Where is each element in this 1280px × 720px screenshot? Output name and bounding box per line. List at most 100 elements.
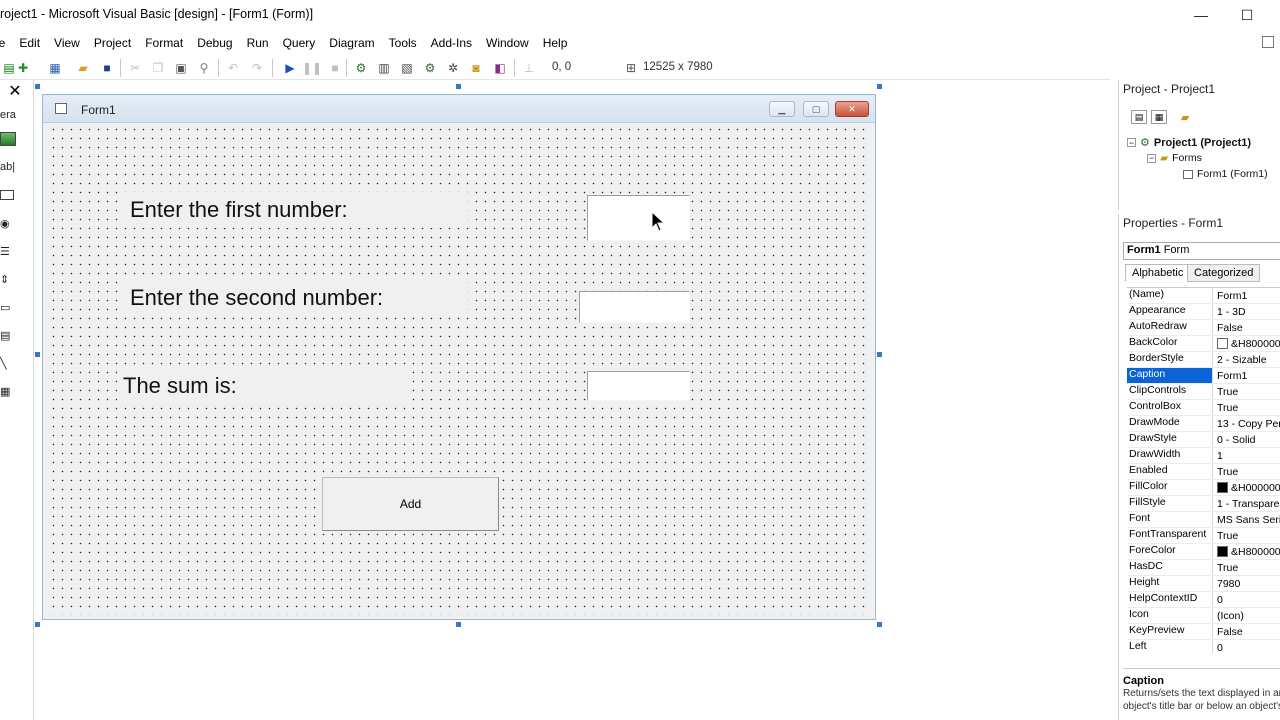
- find-icon[interactable]: ⚲: [195, 59, 213, 77]
- textbox-second-number[interactable]: [579, 291, 690, 323]
- property-row[interactable]: Caption Form1: [1127, 368, 1280, 384]
- property-row[interactable]: Icon (Icon): [1127, 608, 1280, 624]
- property-row[interactable]: Height 7980: [1127, 576, 1280, 592]
- property-value[interactable]: 0: [1213, 592, 1280, 607]
- menu-diagram[interactable]: Diagram: [322, 36, 381, 50]
- property-row[interactable]: Left 0: [1127, 640, 1280, 653]
- menu-tools[interactable]: Tools: [382, 36, 424, 50]
- tree-forms-folder[interactable]: − ▰ Forms: [1147, 152, 1202, 164]
- scrollbar-tool-icon[interactable]: ⇕: [0, 268, 20, 290]
- property-row[interactable]: AutoRedraw False: [1127, 320, 1280, 336]
- property-row[interactable]: DrawStyle 0 - Solid: [1127, 432, 1280, 448]
- property-value[interactable]: &H800000: [1213, 544, 1280, 559]
- label-sum[interactable]: The sum is:: [117, 368, 407, 404]
- resize-handle[interactable]: [35, 352, 40, 357]
- property-value[interactable]: &H800000: [1213, 336, 1280, 351]
- end-icon[interactable]: ■: [326, 59, 344, 77]
- break-icon[interactable]: ❚❚: [302, 59, 322, 77]
- resize-handle[interactable]: [35, 84, 40, 89]
- object-browser-icon[interactable]: ⚙: [421, 59, 439, 77]
- property-value[interactable]: 1: [1213, 448, 1280, 463]
- form-client-area[interactable]: Enter the first number: Enter the second…: [49, 125, 869, 615]
- object-selector-dropdown[interactable]: Form1 Form: [1123, 242, 1280, 260]
- toolbox-general-tab[interactable]: eral: [0, 104, 16, 126]
- resize-handle[interactable]: [35, 622, 40, 627]
- property-value[interactable]: Form1: [1213, 288, 1280, 303]
- textbox-sum[interactable]: [587, 371, 690, 401]
- add-form-icon[interactable]: ✚: [14, 59, 32, 77]
- property-row[interactable]: ForeColor &H800000: [1127, 544, 1280, 560]
- collapse-icon[interactable]: −: [1147, 153, 1156, 163]
- property-value[interactable]: &H000000: [1213, 480, 1280, 495]
- paste-icon[interactable]: ▣: [172, 59, 190, 77]
- toolbox-icon[interactable]: ✲: [444, 59, 462, 77]
- tree-project-root[interactable]: − ⚙ Project1 (Project1): [1127, 136, 1251, 149]
- minimize-button[interactable]: —: [1178, 0, 1224, 30]
- menu-format[interactable]: Format: [138, 36, 190, 50]
- picturebox-tool-icon[interactable]: [0, 128, 20, 150]
- optionbutton-tool-icon[interactable]: ◉: [0, 212, 20, 234]
- toolbox-close-button[interactable]: ✕: [6, 82, 24, 100]
- property-row[interactable]: ControlBox True: [1127, 400, 1280, 416]
- property-value[interactable]: True: [1213, 464, 1280, 479]
- property-row[interactable]: Appearance 1 - 3D: [1127, 304, 1280, 320]
- collapse-icon[interactable]: −: [1127, 138, 1136, 148]
- property-row[interactable]: DrawWidth 1: [1127, 448, 1280, 464]
- textbox-first-number[interactable]: [587, 195, 690, 241]
- property-value[interactable]: 1 - 3D: [1213, 304, 1280, 319]
- cut-icon[interactable]: ✂: [126, 59, 144, 77]
- resize-handle[interactable]: [456, 84, 461, 89]
- property-value[interactable]: False: [1213, 320, 1280, 335]
- property-value[interactable]: Form1: [1213, 368, 1280, 383]
- form-layout-icon[interactable]: ▧: [398, 59, 416, 77]
- tree-form1-item[interactable]: Form1 (Form1): [1183, 168, 1268, 180]
- property-row[interactable]: Enabled True: [1127, 464, 1280, 480]
- property-row[interactable]: HelpContextID 0: [1127, 592, 1280, 608]
- menu-add-ins[interactable]: Add-Ins: [424, 36, 479, 50]
- mdi-restore-icon[interactable]: [1262, 36, 1274, 48]
- add-button[interactable]: Add: [322, 477, 499, 531]
- label-first-number[interactable]: Enter the first number:: [124, 192, 468, 228]
- menu-debug[interactable]: Debug: [190, 36, 239, 50]
- property-row[interactable]: (Name) Form1: [1127, 288, 1280, 304]
- property-value[interactable]: 13 - Copy Pen: [1213, 416, 1280, 431]
- property-row[interactable]: DrawMode 13 - Copy Pen: [1127, 416, 1280, 432]
- property-value[interactable]: True: [1213, 528, 1280, 543]
- property-row[interactable]: BorderStyle 2 - Sizable: [1127, 352, 1280, 368]
- ole-tool-icon[interactable]: ▦: [0, 380, 20, 402]
- properties-window-icon[interactable]: ▥: [375, 59, 393, 77]
- property-value[interactable]: False: [1213, 624, 1280, 639]
- drivelist-tool-icon[interactable]: ▭: [0, 296, 20, 318]
- toggle-folders-icon[interactable]: ▰: [1177, 110, 1193, 124]
- property-value[interactable]: 0 - Solid: [1213, 432, 1280, 447]
- label-second-number[interactable]: Enter the second number:: [124, 280, 468, 316]
- property-value[interactable]: MS Sans Serif: [1213, 512, 1280, 527]
- property-row[interactable]: ClipControls True: [1127, 384, 1280, 400]
- commandbutton-tool-icon[interactable]: [0, 184, 20, 206]
- menu-file[interactable]: le: [0, 36, 12, 50]
- menu-editor-icon[interactable]: ▦: [46, 59, 64, 77]
- property-row[interactable]: KeyPreview False: [1127, 624, 1280, 640]
- menu-project[interactable]: Project: [87, 36, 138, 50]
- property-grid[interactable]: (Name) Form1 Appearance 1 - 3D AutoRedraw Fal…: [1127, 287, 1280, 653]
- property-value[interactable]: (Icon): [1213, 608, 1280, 623]
- menu-window[interactable]: Window: [479, 36, 536, 50]
- view-code-button[interactable]: ▤: [1131, 110, 1147, 124]
- data-view-icon[interactable]: ◙: [467, 59, 485, 77]
- menu-query[interactable]: Query: [276, 36, 323, 50]
- resize-handle[interactable]: [877, 352, 882, 357]
- resize-handle[interactable]: [877, 622, 882, 627]
- resize-handle[interactable]: [877, 84, 882, 89]
- component-manager-icon[interactable]: ◧: [491, 59, 509, 77]
- property-row[interactable]: FontTransparent True: [1127, 528, 1280, 544]
- tab-alphabetic[interactable]: Alphabetic: [1125, 264, 1191, 282]
- resize-handle[interactable]: [456, 622, 461, 627]
- textbox-tool-icon[interactable]: ab|: [0, 156, 20, 178]
- line-tool-icon[interactable]: ╲: [0, 352, 20, 374]
- open-project-icon[interactable]: ▰: [74, 59, 92, 77]
- save-project-icon[interactable]: ■: [98, 59, 116, 77]
- tab-categorized[interactable]: Categorized: [1187, 264, 1261, 282]
- start-icon[interactable]: ▶: [281, 59, 299, 77]
- menu-view[interactable]: View: [47, 36, 87, 50]
- property-value[interactable]: 7980: [1213, 576, 1280, 591]
